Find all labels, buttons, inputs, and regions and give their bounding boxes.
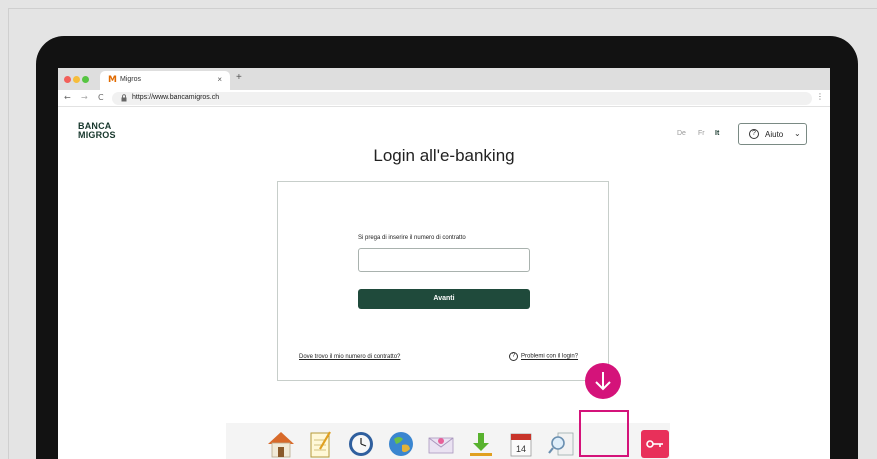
calendar-day: 14 <box>516 444 526 454</box>
calendar-icon[interactable]: 14 <box>506 429 536 459</box>
browser-window: M Migros × + ← → C https://www.bancamigr… <box>58 68 830 459</box>
where-contract-number-link[interactable]: Dove trovo il mio numero di contratto? <box>299 354 400 360</box>
home-icon[interactable] <box>266 429 296 459</box>
language-de-link[interactable]: De <box>677 130 686 137</box>
banca-migros-logo[interactable]: BANCA MIGROS <box>78 122 116 140</box>
lock-icon <box>121 94 127 102</box>
contract-number-input[interactable] <box>358 248 530 272</box>
mail-icon[interactable] <box>426 429 456 459</box>
download-icon[interactable] <box>466 429 496 459</box>
url-field[interactable]: https://www.bancamigros.ch <box>112 92 812 105</box>
question-circle-icon: ? <box>509 352 518 361</box>
search-document-icon[interactable] <box>546 429 576 459</box>
arrow-down-icon <box>585 363 621 399</box>
language-fr-link[interactable]: Fr <box>698 130 705 137</box>
back-icon[interactable]: ← <box>64 93 71 102</box>
key-app-icon[interactable] <box>640 429 670 459</box>
tab-bar: M Migros × + <box>58 68 830 90</box>
help-label: Aiuto <box>765 130 784 139</box>
contract-number-label: Si prega di inserire il numero di contra… <box>358 235 466 241</box>
address-bar: ← → C https://www.bancamigros.ch ⋮ <box>58 90 830 107</box>
clock-icon[interactable] <box>346 429 376 459</box>
browser-menu-icon[interactable]: ⋮ <box>816 92 824 101</box>
tab-title: Migros <box>120 76 142 83</box>
login-problems-label: Problemi con il login? <box>521 353 579 360</box>
language-it-link[interactable]: It <box>715 130 719 137</box>
key-app-highlight <box>579 410 629 457</box>
tab-migros[interactable]: M Migros × <box>100 71 230 90</box>
close-tab-icon[interactable]: × <box>217 75 222 84</box>
question-circle-icon: ? <box>749 129 759 139</box>
close-window-button[interactable] <box>64 76 71 83</box>
forward-icon[interactable]: → <box>81 93 88 102</box>
login-problems-link[interactable]: ? Problemi con il login? <box>509 352 578 361</box>
logo-line-2: MIGROS <box>78 130 116 140</box>
maximize-window-button[interactable] <box>82 76 89 83</box>
reload-icon[interactable]: C <box>98 93 104 102</box>
url-text: https://www.bancamigros.ch <box>132 94 220 101</box>
next-button[interactable]: Avanti <box>358 289 530 309</box>
new-tab-button[interactable]: + <box>236 72 242 83</box>
chevron-down-icon: ⌄ <box>794 129 801 138</box>
notes-icon[interactable] <box>306 429 336 459</box>
migros-favicon-icon: M <box>108 75 117 85</box>
globe-icon[interactable] <box>386 429 416 459</box>
page-title: Login all'e-banking <box>373 146 515 165</box>
minimize-window-button[interactable] <box>73 76 80 83</box>
login-card: Si prega di inserire il numero di contra… <box>277 181 609 381</box>
help-dropdown-button[interactable]: ? Aiuto ⌄ <box>738 123 807 145</box>
